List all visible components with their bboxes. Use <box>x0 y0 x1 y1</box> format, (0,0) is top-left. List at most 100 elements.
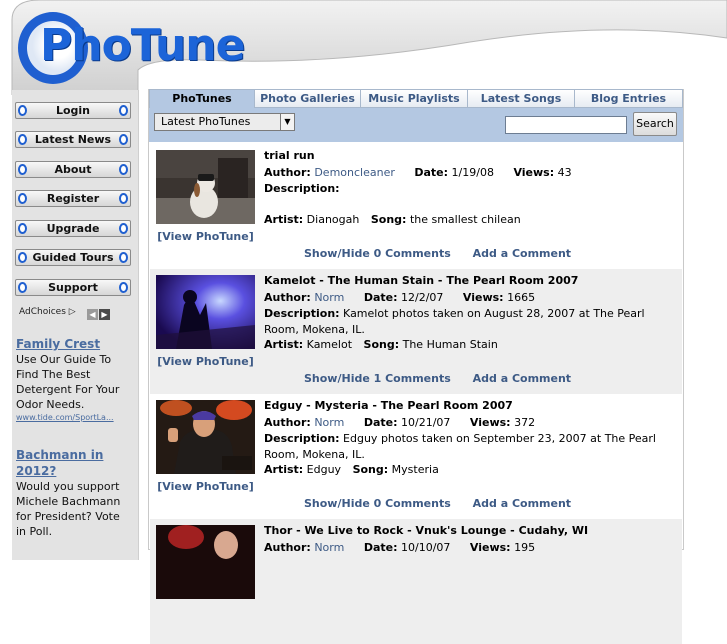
photune-thumbnail[interactable] <box>156 275 255 349</box>
artist-label: Artist: <box>264 213 304 226</box>
artist-line: Artist: Edguy Song: Mysteria <box>264 462 672 478</box>
toggle-comments-link[interactable]: Show/Hide 1 Comments <box>304 372 451 385</box>
author-label: Author: <box>264 541 311 554</box>
song-label: Song: <box>352 463 389 476</box>
artist-line: Artist: Dianogah Song: the smallest chil… <box>264 212 672 228</box>
photune-title[interactable]: Thor - We Live to Rock - Vnuk's Lounge -… <box>264 524 588 537</box>
button-bullet-icon <box>119 164 128 175</box>
view-photune-link[interactable]: [View PhoTune] <box>156 230 255 243</box>
photune-thumbnail[interactable] <box>156 525 255 599</box>
artist-line: Artist: Kamelot Song: The Human Stain <box>264 337 672 353</box>
date-label: Date: <box>363 541 398 554</box>
search-input[interactable] <box>505 116 627 134</box>
view-photune-link[interactable]: [View PhoTune] <box>156 355 255 368</box>
button-bullet-icon <box>119 223 128 234</box>
song-value: the smallest chilean <box>409 213 521 226</box>
button-bullet-icon <box>18 105 27 116</box>
ad-next-icon[interactable]: ▶ <box>99 309 110 320</box>
filter-toolbar: Latest PhoTunes ▼ Search <box>149 108 683 142</box>
author-link[interactable]: Norm <box>314 291 344 304</box>
date-label: Date: <box>363 291 398 304</box>
ad-title-link[interactable]: Bachmann in 2012? <box>16 447 128 479</box>
nav-support-button[interactable]: Support <box>15 279 131 296</box>
button-bullet-icon <box>18 252 27 263</box>
nav-register-button[interactable]: Register <box>15 190 131 207</box>
photune-thumbnail[interactable] <box>156 400 255 474</box>
add-comment-link[interactable]: Add a Comment <box>473 497 571 510</box>
button-bullet-icon <box>119 105 128 116</box>
adchoices-label: AdChoices <box>19 307 66 317</box>
date-value: 10/10/07 <box>401 541 451 554</box>
button-bullet-icon <box>18 164 27 175</box>
description-line: Description: Edguy photos taken on Septe… <box>264 431 672 463</box>
ad-block: Bachmann in 2012? Would you support Mich… <box>16 447 128 539</box>
button-bullet-icon <box>18 282 27 293</box>
meta-line: Author: Demoncleaner Date: 1/19/08 Views… <box>264 165 672 181</box>
nav-guided-tours-button[interactable]: Guided Tours <box>15 249 131 266</box>
view-photune-link[interactable]: [View PhoTune] <box>156 480 255 493</box>
tab-music-playlists[interactable]: Music Playlists <box>361 89 468 108</box>
tab-blog-entries[interactable]: Blog Entries <box>575 89 683 108</box>
add-comment-link[interactable]: Add a Comment <box>473 247 571 260</box>
views-label: Views: <box>469 416 511 429</box>
button-bullet-icon <box>18 134 27 145</box>
date-label: Date: <box>363 416 398 429</box>
nav-label: Login <box>55 104 91 117</box>
views-label: Views: <box>469 541 511 554</box>
toggle-comments-link[interactable]: Show/Hide 0 Comments <box>304 497 451 510</box>
toggle-comments-link[interactable]: Show/Hide 0 Comments <box>304 247 451 260</box>
description-label: Description: <box>264 307 340 320</box>
date-value: 12/2/07 <box>401 291 444 304</box>
author-label: Author: <box>264 291 311 304</box>
song-value: Mysteria <box>391 463 439 476</box>
date-value: 1/19/08 <box>451 166 494 179</box>
nav-label: Support <box>48 281 98 294</box>
nav-upgrade-button[interactable]: Upgrade <box>15 220 131 237</box>
add-comment-link[interactable]: Add a Comment <box>473 372 571 385</box>
ad-title-link[interactable]: Family Crest <box>16 336 128 352</box>
views-value: 372 <box>514 416 536 429</box>
ad-block: Family Crest Use Our Guide To Find The B… <box>16 336 128 424</box>
author-link[interactable]: Demoncleaner <box>314 166 395 179</box>
meta-line: Author: Norm Date: 10/10/07 Views: 195 <box>264 540 672 556</box>
photune-entry: [View PhoTune] Kamelot - The Human Stain… <box>150 269 682 394</box>
photune-title[interactable]: trial run <box>264 149 315 162</box>
photune-title[interactable]: Edguy - Mysteria - The Pearl Room 2007 <box>264 399 513 412</box>
chevron-down-icon: ▼ <box>280 114 294 130</box>
tab-photunes[interactable]: PhoTunes <box>149 89 255 108</box>
meta-line: Author: Norm Date: 12/2/07 Views: 1665 <box>264 290 672 306</box>
button-bullet-icon <box>18 223 27 234</box>
nav-label: Register <box>46 192 100 205</box>
adchoices-icon: ▷ <box>68 307 76 317</box>
photune-entry: Thor - We Live to Rock - Vnuk's Lounge -… <box>150 519 682 644</box>
search-button[interactable]: Search <box>633 112 677 136</box>
tab-latest-songs[interactable]: Latest Songs <box>468 89 575 108</box>
ad-body: Use Our Guide To Find The Best Detergent… <box>16 353 120 411</box>
photune-filter-select[interactable]: Latest PhoTunes ▼ <box>154 113 295 131</box>
ad-url-link[interactable]: www.tide.com/SportLa... <box>16 412 128 424</box>
ad-pager: ◀ ▶ <box>87 307 111 320</box>
ad-prev-icon[interactable]: ◀ <box>87 309 98 320</box>
song-value: The Human Stain <box>402 338 498 351</box>
author-link[interactable]: Norm <box>314 541 344 554</box>
photune-logo[interactable]: PhoTune <box>14 6 245 88</box>
entry-actions: Show/Hide 0 Comments Add a Comment <box>304 497 571 510</box>
song-label: Song: <box>370 213 407 226</box>
entry-actions: Show/Hide 1 Comments Add a Comment <box>304 372 571 385</box>
main-panel: PhoTunes Photo Galleries Music Playlists… <box>148 89 684 644</box>
tab-photo-galleries[interactable]: Photo Galleries <box>255 89 361 108</box>
nav-about-button[interactable]: About <box>15 161 131 178</box>
photune-title[interactable]: Kamelot - The Human Stain - The Pearl Ro… <box>264 274 578 287</box>
author-link[interactable]: Norm <box>314 416 344 429</box>
tab-bar: PhoTunes Photo Galleries Music Playlists… <box>149 89 683 108</box>
logo-text: PhoTune <box>40 20 245 71</box>
nav-latest-news-button[interactable]: Latest News <box>15 131 131 148</box>
artist-label: Artist: <box>264 463 304 476</box>
photune-entry: [View PhoTune] Edguy - Mysteria - The Pe… <box>150 394 682 519</box>
meta-line: Author: Norm Date: 10/21/07 Views: 372 <box>264 415 672 431</box>
author-label: Author: <box>264 416 311 429</box>
nav-login-button[interactable]: Login <box>15 102 131 119</box>
photune-thumbnail[interactable] <box>156 150 255 224</box>
ad-body: Would you support Michele Bachmann for P… <box>16 480 121 538</box>
adchoices-link[interactable]: AdChoices ▷ <box>19 307 76 317</box>
